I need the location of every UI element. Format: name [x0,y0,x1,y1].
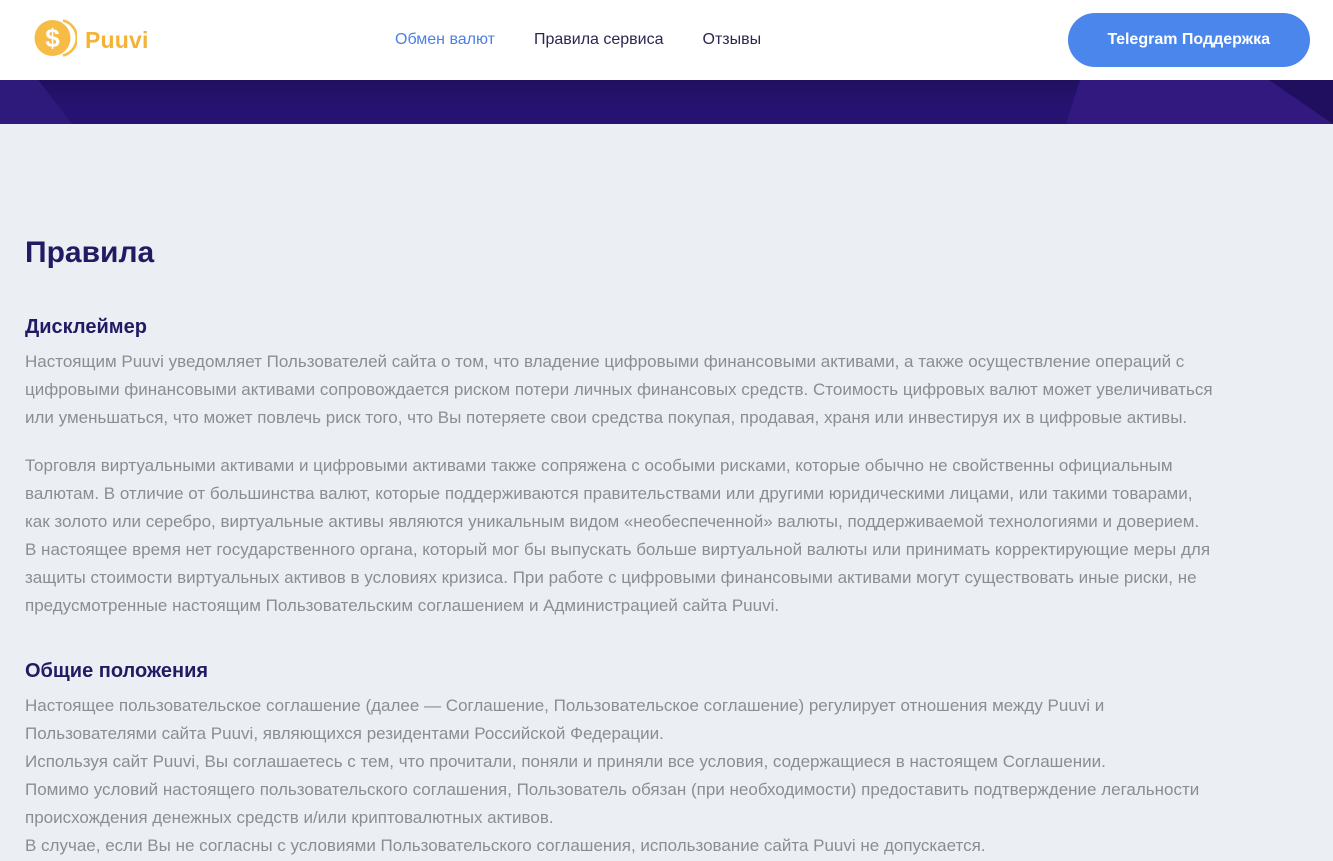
section-general-provisions: Общие положения Настоящее пользовательск… [25,660,1308,860]
section-heading-general: Общие положения [25,660,1308,683]
section-heading-disclaimer: Дисклеймер [25,316,1308,339]
main-nav: Обмен валют Правила сервиса Отзывы [395,31,821,49]
brand-name: Puuvi [85,27,149,54]
banner-shape-left [0,80,72,124]
nav-item-rules[interactable]: Правила сервиса [534,31,664,49]
header: $ Puuvi Обмен валют Правила сервиса Отзы… [0,0,1333,80]
page-title: Правила [25,236,1308,270]
section-disclaimer: Дисклеймер Настоящим Puuvi уведомляет По… [25,316,1308,620]
paragraph: Используя сайт Puuvi, Вы соглашаетесь с … [25,748,1215,776]
paragraph: В случае, если Вы не согласны с условиям… [25,832,1215,860]
main-content: Правила Дисклеймер Настоящим Puuvi уведо… [0,124,1333,860]
svg-text:$: $ [45,23,60,53]
hero-banner [0,80,1333,124]
paragraph: Помимо условий настоящего пользовательск… [25,776,1215,832]
paragraph: Настоящим Puuvi уведомляет Пользователей… [25,348,1215,432]
dollar-coin-icon: $ [33,16,77,65]
nav-item-reviews[interactable]: Отзывы [703,31,762,49]
telegram-support-button[interactable]: Telegram Поддержка [1068,13,1310,67]
paragraph: Торговля виртуальными активами и цифровы… [25,452,1215,620]
logo[interactable]: $ Puuvi [33,16,149,65]
nav-item-exchange[interactable]: Обмен валют [395,31,495,49]
paragraph: Настоящее пользовательское соглашение (д… [25,692,1215,748]
